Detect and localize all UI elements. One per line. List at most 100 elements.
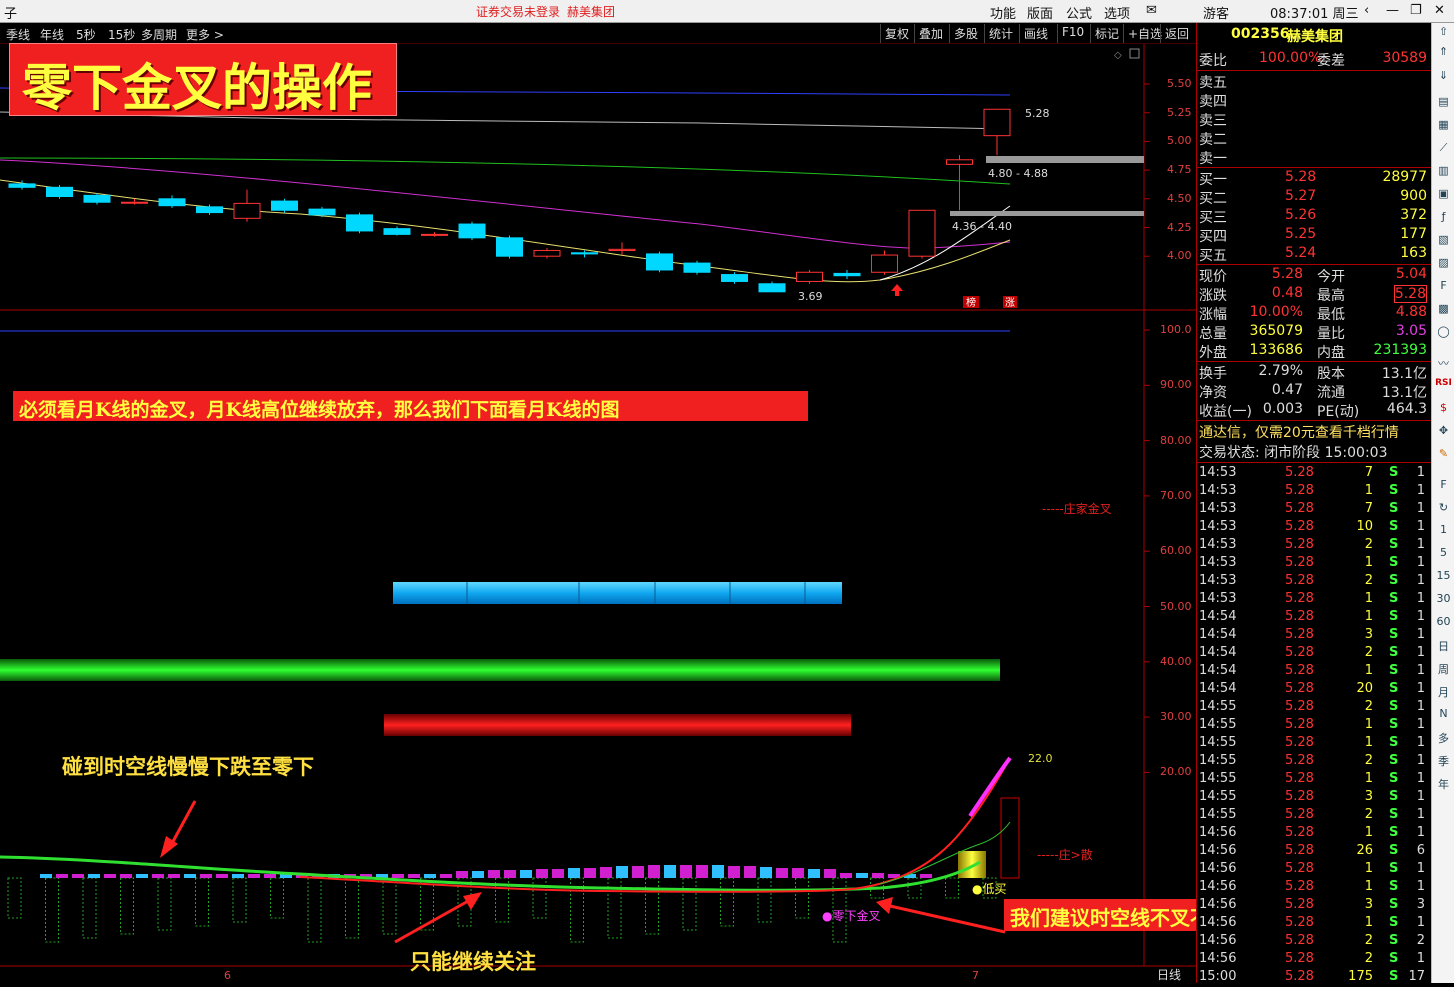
period-button[interactable]: 1 [1434, 523, 1453, 540]
period-season[interactable]: 季线 [6, 26, 30, 43]
period-button[interactable]: 60 [1434, 615, 1453, 632]
period-label[interactable]: 日线 [1157, 968, 1181, 982]
nav-down-icon[interactable]: ⇓ [1434, 69, 1453, 86]
bump-bar [40, 874, 52, 878]
login-status[interactable]: 证券交易未登录 [476, 3, 560, 20]
fund-icon[interactable]: ▧ [1434, 233, 1453, 250]
candle[interactable] [158, 195, 186, 208]
candle[interactable] [496, 235, 523, 259]
period-5s[interactable]: 5秒 [76, 26, 96, 43]
minimize-icon[interactable]: — [1386, 3, 1399, 18]
btn-draw[interactable]: 画线 [1019, 24, 1052, 43]
sell-level[interactable]: 卖二 [1199, 129, 1429, 148]
period-button[interactable]: 月 [1434, 684, 1453, 701]
btn-stats[interactable]: 统计 [984, 24, 1017, 43]
candle[interactable] [871, 250, 898, 275]
tick-row: 14:53 5.28 2 S 1 [1199, 537, 1425, 552]
sell-level[interactable]: 卖五 [1199, 72, 1429, 91]
rsi-icon[interactable]: RSI [1434, 378, 1453, 395]
candle[interactable] [646, 251, 673, 273]
wave-icon[interactable]: 〰 [1434, 355, 1453, 372]
candle[interactable] [383, 226, 411, 236]
menu-formula[interactable]: 公式 [1066, 3, 1092, 22]
close-icon[interactable]: ✕ [1434, 3, 1445, 18]
period-button[interactable]: 季 [1434, 753, 1453, 770]
mail-icon[interactable]: ✉ [1146, 3, 1157, 18]
candle[interactable] [533, 248, 561, 259]
kline-chart[interactable]: 榜 涨 5.28 3.69 4.80 - 4.88 4.36 - 4.40 ◇ … [0, 44, 1196, 983]
candle[interactable] [458, 221, 486, 241]
f12-icon[interactable]: F [1434, 279, 1453, 296]
candle[interactable] [908, 209, 936, 259]
menu-layout[interactable]: 版面 [1027, 3, 1053, 22]
sell-level[interactable]: 卖三 [1199, 110, 1429, 129]
period-year[interactable]: 年线 [40, 26, 64, 43]
grid-icon[interactable]: ▦ [1434, 118, 1453, 135]
sell-level[interactable]: 卖四 [1199, 91, 1429, 110]
report-icon[interactable]: ▤ [1434, 95, 1453, 112]
nav-up-icon[interactable]: ⇑ [1434, 45, 1453, 62]
period-button[interactable]: 多 [1434, 730, 1453, 747]
buy-level[interactable]: 买四 5.25 177 [1199, 226, 1429, 245]
f5-icon[interactable]: F [1434, 478, 1453, 495]
circle-icon[interactable]: ◯ [1434, 325, 1453, 342]
period-button[interactable]: N [1434, 707, 1453, 724]
menu-options[interactable]: 选项 [1104, 3, 1130, 22]
period-button[interactable]: 5 [1434, 546, 1453, 563]
btn-adjust[interactable]: 复权 [880, 24, 913, 43]
buy-level[interactable]: 买一 5.28 28977 [1199, 169, 1429, 188]
candle[interactable] [683, 260, 711, 275]
period-multi[interactable]: 多周期 [141, 26, 177, 43]
candle[interactable] [608, 242, 636, 256]
candle[interactable] [721, 272, 748, 284]
buy-level[interactable]: 买五 5.24 163 [1199, 245, 1429, 264]
candle[interactable] [833, 269, 861, 280]
menu-function[interactable]: 功能 [990, 3, 1016, 22]
title-banner: 零下金叉的操作 [9, 43, 397, 117]
buy-level[interactable]: 买三 5.26 372 [1199, 207, 1429, 226]
pencil-icon[interactable]: ✎ [1434, 447, 1453, 464]
money-icon[interactable]: $ [1434, 401, 1453, 418]
candle[interactable] [271, 198, 298, 213]
move-icon[interactable]: ✥ [1434, 424, 1453, 441]
sell-level[interactable]: 卖一 [1199, 148, 1429, 167]
refresh-icon[interactable]: ↻ [1434, 501, 1453, 518]
candle[interactable] [946, 155, 973, 211]
trend-icon[interactable]: ⟋ [1434, 141, 1453, 158]
candle[interactable] [758, 281, 786, 293]
btn-overlay[interactable]: 叠加 [914, 24, 947, 43]
promo-text[interactable]: 通达信，仅需20元查看千档行情 [1199, 422, 1429, 441]
toggle-box-icon[interactable] [1129, 48, 1140, 59]
period-more[interactable]: 更多 > [186, 26, 224, 43]
period-button[interactable]: 日 [1434, 638, 1453, 655]
bar-chart-icon[interactable]: ▨ [1434, 256, 1453, 273]
candle[interactable] [983, 108, 1011, 156]
tick-row: 14:56 5.28 1 S 1 [1199, 879, 1425, 894]
user-label[interactable]: 游客 [1203, 3, 1229, 22]
bars-icon[interactable]: ▥ [1434, 164, 1453, 181]
btn-mark[interactable]: 标记 [1090, 24, 1123, 43]
gold-block [958, 851, 986, 878]
scroll-up-icon[interactable]: ⇧ [1434, 25, 1453, 42]
back-icon[interactable]: ‹ [1364, 3, 1369, 18]
candle[interactable] [346, 212, 373, 234]
period-button[interactable]: 15 [1434, 569, 1453, 586]
period-button[interactable]: 周 [1434, 661, 1453, 678]
restore-icon[interactable]: ❐ [1410, 3, 1422, 18]
chart-icon[interactable]: ▣ [1434, 187, 1453, 204]
fn-icon[interactable]: ƒ [1434, 210, 1453, 227]
calc-icon[interactable]: ▩ [1434, 302, 1453, 319]
candle[interactable] [233, 189, 261, 222]
btn-return[interactable]: 返回 [1160, 24, 1193, 43]
candle[interactable] [46, 185, 73, 199]
volume-bar [7, 877, 22, 919]
buy-level[interactable]: 买二 5.27 900 [1199, 188, 1429, 207]
candle[interactable] [308, 206, 336, 218]
btn-multi-stock[interactable]: 多股 [949, 24, 982, 43]
candle[interactable] [796, 269, 823, 284]
period-button[interactable]: 年 [1434, 776, 1453, 793]
btn-f10[interactable]: F10 [1057, 24, 1088, 43]
period-15s[interactable]: 15秒 [108, 26, 135, 43]
period-button[interactable]: 30 [1434, 592, 1453, 609]
candle[interactable] [421, 232, 448, 237]
